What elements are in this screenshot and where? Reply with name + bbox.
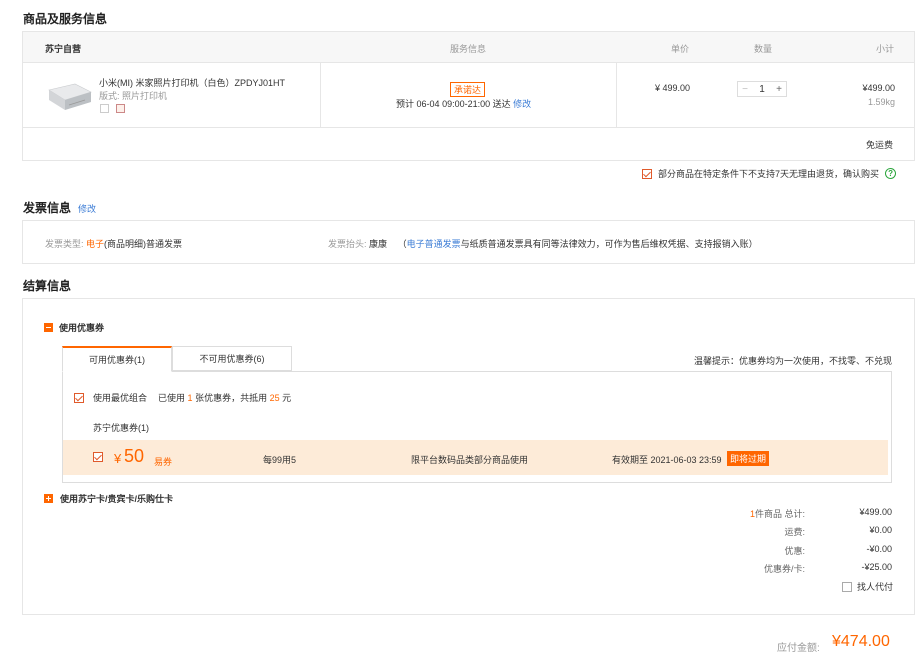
promise-badge: 承诺达 [450,82,486,97]
best-combo-checkbox[interactable] [74,392,84,403]
invoice-header-label: 发票抬头: [328,239,367,249]
expiring-badge: 即将过期 [727,451,770,466]
delivery-date: 06-04 [416,99,440,109]
coupon-card-value: -¥25.00 [861,562,892,572]
total-label: 1件商品 总计: [750,507,805,520]
gift-icon[interactable] [116,104,125,113]
item-subtotal: ¥499.00 [862,83,895,93]
qty-minus-button[interactable]: − [738,84,752,95]
used-suffix: 元 [282,393,292,403]
col-service: 服务信息 [450,44,487,54]
delivery-prefix: 预计 [396,99,415,109]
use-coupon-toggle[interactable]: 使用优惠券 [44,321,104,334]
qty-input[interactable]: 1 [755,84,769,95]
coupon-rule: 每99用5 [263,455,297,465]
payable-amount: ¥474.00 [832,633,890,650]
used-count: 1 [187,393,193,403]
coupon-item[interactable]: ¥ 50 易券 每99用5 限平台数码品类部分商品使用 有效期至 2021-06… [63,440,888,475]
invoice-note-open: （ [397,239,407,249]
invoice-type: 发票类型: 电子(商品明细)普通发票 [45,237,182,250]
invoice-type-value: (商品明细)普通发票 [104,239,183,249]
confirm-checkbox[interactable] [642,168,652,179]
col-price: 单价 [671,44,690,54]
invoice-header-value: 康康 [369,239,388,249]
invoice-box: 发票类型: 电子(商品明细)普通发票 发票抬头: 康康 （电子普通发票与纸质普通… [22,220,915,264]
seller-name: 苏宁自营 [45,44,82,54]
item-count-label: 件商品 总计: [754,509,805,519]
delivery-modify-link[interactable]: 修改 [513,99,531,109]
product-name[interactable]: 小米(MI) 米家照片打印机（白色）ZPDYJ01HT [99,76,285,89]
invoice-note-rest: 与纸质普通发票具有同等法律效力，可作为售后维权凭据、支持报销入账） [460,239,758,249]
invoice-type-highlight: 电子 [86,239,105,249]
invoice-type-label: 发票类型: [45,239,84,249]
coupon-card-label: 优惠券/卡: [763,564,805,574]
coupon-currency: ¥ [114,451,122,466]
qty-plus-button[interactable]: + [772,84,786,95]
product-image[interactable] [45,78,93,114]
shipping-fee: 免运费 [865,140,893,150]
spec-value: 照片打印机 [122,91,168,101]
item-weight: 1.59kg [867,97,895,107]
used-mid: 张优惠券，共抵用 [195,393,268,403]
discount-label: 优惠: [784,546,805,556]
tab-available-coupons[interactable]: 可用优惠券(1) [62,346,172,372]
coupon-checkbox[interactable] [93,452,103,462]
invoice-note-link[interactable]: 电子普通发票 [407,239,461,249]
coupon-tip: 温馨提示：优惠券均为一次使用，不找零、不兑现 [693,356,892,366]
invoice-header: 发票抬头: 康康 （电子普通发票与纸质普通发票具有同等法律效力，可作为售后维权凭… [328,237,758,250]
return-notice-text: 部分商品在特定条件下不支持7天无理由退货，确认购买 [658,169,880,179]
used-amount: 25 [269,393,280,403]
proxy-pay: 找人代付 [842,580,893,593]
delivery-time: 09:00-21:00 送达 [442,99,511,109]
shipping-row: 免运费 [22,127,915,161]
coupon-scope: 限平台数码品类部分商品使用 [411,455,529,465]
invoice-modify-link[interactable]: 修改 [78,202,96,215]
used-summary: 已使用 1 张优惠券，共抵用 25 元 [158,391,291,404]
expand-icon [44,494,53,503]
shipping-label: 运费: [784,527,805,537]
return-notice: 部分商品在特定条件下不支持7天无理由退货，确认购买 ? [642,167,897,180]
discount-value: -¥0.00 [866,544,892,554]
col-subtotal: 小计 [876,44,895,54]
service-icon[interactable] [100,104,109,113]
goods-section-title: 商品及服务信息 [23,12,108,26]
product-spec: 版式: 照片打印机 [99,89,167,102]
goods-table: 苏宁自营 服务信息 单价 数量 小计 小米(MI) 米家照片打印机（白色）ZPD… [22,31,915,128]
delivery-info: 预计 06-04 09:00-21:00 送达 修改 [396,97,531,110]
invoice-section-title: 发票信息 [23,201,72,215]
coupon-amount: 50 [124,446,145,466]
use-coupon-label: 使用优惠券 [59,323,105,333]
use-card-label: 使用苏宁卡/贵宾卡/乐购仕卡 [60,494,174,504]
col-qty: 数量 [754,44,773,54]
total-value: ¥499.00 [859,507,892,517]
collapse-icon [44,323,53,332]
proxy-pay-label: 找人代付 [857,582,894,592]
use-card-toggle[interactable]: 使用苏宁卡/贵宾卡/乐购仕卡 [44,492,173,505]
quantity-stepper: − 1 + [737,81,787,97]
best-combo-row: 使用最优组合 已使用 1 张优惠券，共抵用 25 元 [74,391,291,404]
spec-label: 版式: [99,91,120,101]
used-prefix: 已使用 [158,393,186,403]
coupon-group-title: 苏宁优惠券(1) [93,423,149,433]
coupon-expire: 有效期至 2021-06-03 23:59 [612,455,722,465]
settlement-section-title: 结算信息 [23,279,72,293]
tab-unavailable-coupons[interactable]: 不可用优惠券(6) [172,346,292,371]
divider [616,63,617,127]
help-icon[interactable]: ? [885,168,897,179]
unit-price: ¥ 499.00 [655,83,691,93]
best-combo-label: 使用最优组合 [93,393,148,403]
proxy-pay-checkbox[interactable] [842,581,852,592]
divider [320,63,321,127]
coupon-type: 易券 [154,457,173,467]
shipping-value: ¥0.00 [869,525,892,535]
payable-label: 应付金额: [777,643,820,654]
